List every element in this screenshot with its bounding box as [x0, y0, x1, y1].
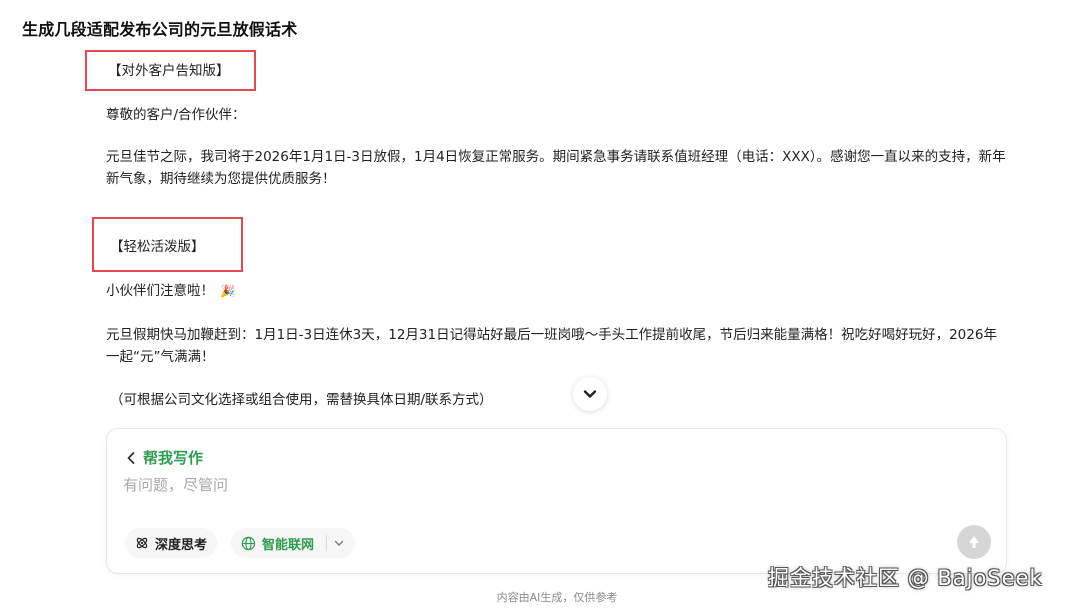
chat-input[interactable] — [123, 473, 723, 497]
composer-panel: 帮我写作 深度思考 智能联网 — [106, 428, 1007, 574]
greeting-customer: 尊敬的客户/合作伙伴： — [106, 107, 246, 123]
atom-icon — [136, 537, 148, 549]
writing-mode-label: 帮我写作 — [143, 449, 204, 467]
deep-think-label: 深度思考 — [155, 537, 208, 553]
arrow-up-icon — [969, 536, 979, 548]
body-customer: 元旦佳节之际，我司将于2026年1月1日-3日放假，1月4日恢复正常服务。期间紧… — [106, 149, 1006, 187]
page-title: 生成几段适配发布公司的元旦放假话术 — [22, 20, 298, 39]
send-button[interactable] — [957, 525, 991, 559]
web-search-toggle[interactable]: 智能联网 — [231, 528, 356, 558]
chevron-left-icon[interactable] — [125, 451, 137, 465]
usage-note: （可根据公司文化选择或组合使用，需替换具体日期/联系方式） — [110, 392, 493, 408]
party-icon: 🎉 — [220, 284, 235, 298]
section-heading-casual: 【轻松活泼版】 — [110, 239, 205, 255]
scroll-down-button[interactable] — [573, 377, 607, 411]
body-casual: 元旦假期快马加鞭赶到：1月1日-3日连休3天，12月31日记得站好最后一班岗哦～… — [106, 327, 997, 365]
globe-icon — [241, 536, 256, 550]
greeting-casual-row: 小伙伴们注意啦！ 🎉 — [106, 280, 235, 302]
greeting-casual: 小伙伴们注意啦！ — [106, 283, 214, 299]
section-heading-customer: 【对外客户告知版】 — [108, 63, 230, 79]
divider — [326, 535, 328, 551]
web-search-label: 智能联网 — [262, 537, 315, 553]
watermark: 掘金技术社区 @ BajoSeek — [768, 566, 1043, 590]
deep-think-button[interactable]: 深度思考 — [125, 528, 218, 558]
writing-mode[interactable]: 帮我写作 — [125, 447, 203, 468]
chevron-down-icon — [583, 390, 597, 398]
chevron-down-icon[interactable] — [333, 537, 345, 549]
